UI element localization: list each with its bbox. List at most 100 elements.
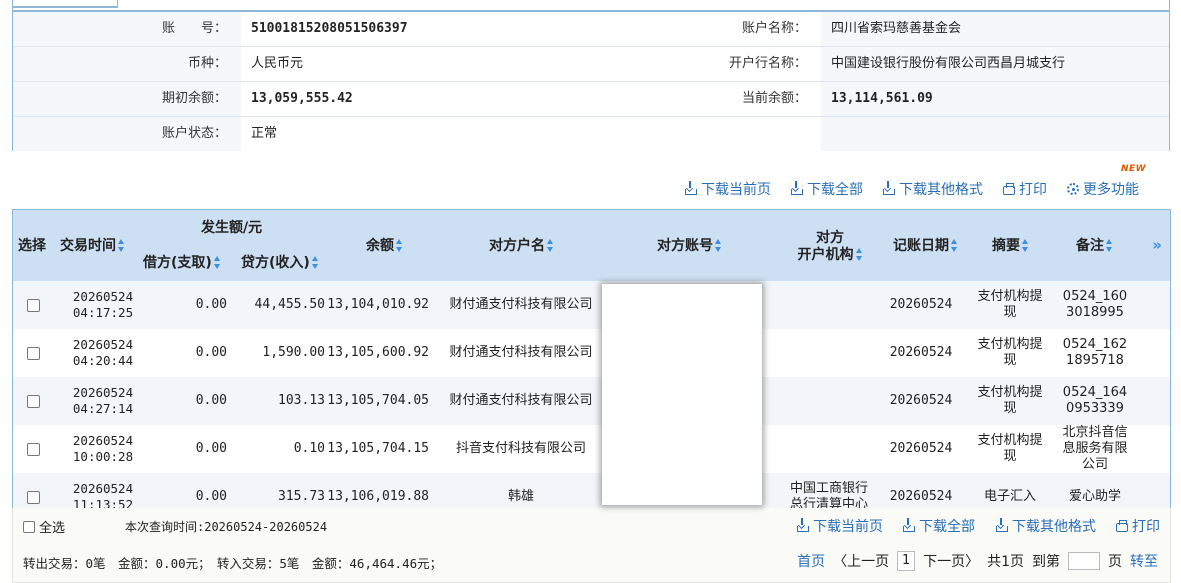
footer-download-all-button[interactable]: 下载全部 bbox=[903, 516, 975, 536]
table-row[interactable]: 20260524 04:27:14 0.00 103.13 13,105,704.05 财… bbox=[13, 377, 1170, 425]
select-all[interactable]: 全选 bbox=[23, 517, 65, 536]
header-credit[interactable]: 贷方(收入) bbox=[241, 255, 319, 272]
bank-label: 开户行名称： bbox=[591, 47, 821, 81]
cell-cp-name: 财付通支付科技有限公司 bbox=[441, 377, 601, 425]
transaction-table: 选择 交易时间 发生额/元 借方(支取) 贷方(收入) 余额 对方户名 对方账号… bbox=[12, 209, 1171, 521]
next-page-link[interactable]: 下一页〉 bbox=[923, 551, 979, 571]
cell-time-text: 20260524 04:27:14 bbox=[73, 385, 133, 417]
download-current-button[interactable]: 下载当前页 bbox=[685, 179, 771, 199]
cell-summary-text: 支付机构提现 bbox=[977, 433, 1043, 464]
cell-post-date-text: 20260524 bbox=[889, 345, 953, 360]
header-select: 选择 bbox=[18, 238, 46, 254]
pagination: 首页 〈上一页 1 下一页〉 共1页 到第 页 转至 bbox=[797, 550, 1158, 572]
empty-value bbox=[821, 117, 1169, 151]
printer-icon bbox=[1003, 183, 1015, 195]
cell-post-date: 20260524 bbox=[881, 377, 961, 425]
cell-cp-name-text: 抖音支付科技有限公司 bbox=[455, 441, 586, 456]
cell-cp-name-text: 财付通支付科技有限公司 bbox=[449, 345, 593, 360]
cell-debit-text: 0.00 bbox=[195, 345, 227, 360]
opening-balance-label: 期初余额： bbox=[13, 82, 241, 116]
cell-debit-text: 0.00 bbox=[195, 297, 227, 312]
table-row[interactable]: 20260524 10:00:28 0.00 0.10 13,105,704.15 抖音支… bbox=[13, 425, 1170, 473]
footer-download-current-button[interactable]: 下载当前页 bbox=[797, 516, 883, 536]
cell-date: 20260524 bbox=[72, 433, 134, 448]
cell-time: 20260524 04:27:14 bbox=[53, 377, 153, 425]
header-balance[interactable]: 余额 bbox=[366, 238, 403, 255]
sort-icon bbox=[855, 248, 863, 262]
cell-time: 20260524 04:20:44 bbox=[53, 329, 153, 377]
cell-time-text: 20260524 10:00:28 bbox=[73, 433, 133, 465]
cell-credit-text: 1,590.00 bbox=[262, 345, 325, 360]
transaction-summary: 转出交易：0笔 金额：0.00元； 转入交易：5笔 金额：46,464.46元； bbox=[23, 556, 443, 571]
sort-icon bbox=[118, 239, 125, 253]
sort-icon bbox=[213, 256, 221, 270]
cell-cp-name-text: 韩雄 bbox=[507, 489, 534, 504]
current-page-number[interactable]: 1 bbox=[897, 551, 916, 571]
header-post-date[interactable]: 记账日期 bbox=[893, 238, 958, 255]
active-tab[interactable] bbox=[13, 0, 118, 8]
download-all-button[interactable]: 下载全部 bbox=[791, 179, 863, 199]
download-icon bbox=[797, 518, 809, 532]
account-name-value: 四川省索玛慈善基金会 bbox=[821, 12, 1169, 46]
header-debit[interactable]: 借方(支取) bbox=[143, 255, 221, 272]
row-checkbox[interactable] bbox=[26, 394, 40, 408]
prev-page-link[interactable]: 〈上一页 bbox=[833, 551, 889, 571]
download-other-format-button[interactable]: 下载其他格式 bbox=[883, 179, 983, 199]
row-checkbox[interactable] bbox=[26, 490, 40, 504]
header-summary[interactable]: 摘要 bbox=[992, 238, 1029, 255]
cell-balance-text: 13,105,704.15 bbox=[327, 441, 429, 456]
cell-balance: 13,105,600.92 bbox=[327, 329, 435, 377]
header-counterparty-bank[interactable]: 对方 开户机构 bbox=[795, 230, 865, 264]
expand-columns-icon[interactable]: » bbox=[1152, 236, 1162, 254]
row-select-cell bbox=[13, 377, 53, 425]
more-functions-button[interactable]: 更多功能 bbox=[1067, 179, 1139, 199]
total-pages: 共1页 bbox=[987, 554, 1024, 570]
cell-credit: 1,590.00 bbox=[233, 329, 331, 377]
row-checkbox[interactable] bbox=[26, 298, 40, 312]
goto-button[interactable]: 转至 bbox=[1130, 551, 1158, 571]
goto-label: 到第 bbox=[1032, 554, 1060, 570]
cell-post-date: 20260524 bbox=[881, 281, 961, 329]
cell-post-date: 20260524 bbox=[881, 329, 961, 377]
currency-value: 人民币元 bbox=[241, 47, 591, 81]
goto-page-input[interactable] bbox=[1068, 552, 1100, 570]
cell-credit: 103.13 bbox=[233, 377, 331, 425]
cell-balance: 13,105,704.15 bbox=[327, 425, 435, 473]
row-checkbox[interactable] bbox=[26, 346, 40, 360]
currency-label: 币种： bbox=[13, 47, 241, 81]
header-counterparty-name[interactable]: 对方户名 bbox=[489, 238, 554, 255]
cell-post-date-text: 20260524 bbox=[889, 393, 953, 408]
cell-remark-text: 0524_1640953339 bbox=[1062, 385, 1128, 416]
sort-icon bbox=[1106, 239, 1113, 253]
select-all-checkbox[interactable] bbox=[23, 520, 35, 533]
query-time: 本次查询时间:20260524-20260524 bbox=[125, 520, 328, 534]
download-icon bbox=[903, 518, 915, 532]
cell-cp-name-text: 财付通支付科技有限公司 bbox=[449, 297, 593, 312]
table-row[interactable]: 20260524 04:17:25 0.00 44,455.50 13,104,010.… bbox=[13, 281, 1170, 329]
cell-cp-bank bbox=[779, 377, 879, 425]
sort-icon bbox=[951, 239, 958, 253]
bank-value: 中国建设银行股份有限公司西昌月城支行 bbox=[821, 47, 1169, 81]
cell-cp-name: 财付通支付科技有限公司 bbox=[441, 329, 601, 377]
cell-time-text: 20260524 04:20:44 bbox=[73, 337, 133, 369]
cell-clock: 04:20:44 bbox=[72, 353, 134, 368]
row-checkbox[interactable] bbox=[26, 442, 40, 456]
footer-download-other-button[interactable]: 下载其他格式 bbox=[996, 516, 1096, 536]
status-value: 正常 bbox=[241, 117, 591, 151]
header-counterparty-account[interactable]: 对方账号 bbox=[657, 238, 722, 255]
cell-debit-text: 0.00 bbox=[195, 489, 227, 504]
table-row[interactable]: 20260524 04:20:44 0.00 1,590.00 13,105,600.9… bbox=[13, 329, 1170, 377]
table-header: 选择 交易时间 发生额/元 借方(支取) 贷方(收入) 余额 对方户名 对方账号… bbox=[13, 210, 1170, 281]
header-time[interactable]: 交易时间 bbox=[60, 238, 125, 255]
header-remark[interactable]: 备注 bbox=[1076, 238, 1113, 255]
print-button[interactable]: 打印 bbox=[1003, 179, 1047, 199]
cell-balance: 13,104,010.92 bbox=[327, 281, 435, 329]
cell-balance-text: 13,106,019.88 bbox=[327, 489, 429, 504]
first-page-link[interactable]: 首页 bbox=[797, 551, 825, 571]
cell-cp-name: 抖音支付科技有限公司 bbox=[441, 425, 601, 473]
cell-date: 20260524 bbox=[72, 337, 134, 352]
sort-icon bbox=[311, 256, 319, 270]
download-icon bbox=[883, 181, 895, 195]
cell-remark: 0524_1621895718 bbox=[1053, 329, 1137, 377]
footer-print-button[interactable]: 打印 bbox=[1116, 516, 1160, 536]
